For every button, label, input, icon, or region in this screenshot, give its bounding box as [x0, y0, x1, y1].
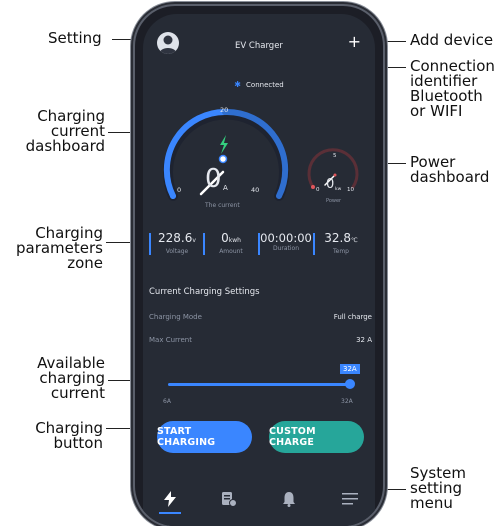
- custom-charge-button[interactable]: CUSTOM CHARGE: [269, 421, 364, 453]
- power-value: 0: [326, 177, 335, 192]
- current-tick-min: 0: [177, 186, 182, 194]
- nav-menu-icon[interactable]: [342, 493, 358, 505]
- annotation-available-charging-current: Available charging current: [37, 354, 105, 402]
- charging-mode-value[interactable]: Full charge: [334, 313, 372, 321]
- slider-min-label: 6A: [163, 398, 171, 405]
- phone-frame: EV Charger + ✱ Connected 20 0 40 0 A The…: [135, 6, 383, 526]
- param-voltage: 228.6v Voltage: [158, 231, 196, 255]
- charging-mode-label: Charging Mode: [149, 313, 202, 321]
- current-unit: A: [223, 184, 228, 192]
- phone-side-button: [385, 180, 388, 204]
- annotation-add-device: Add device: [410, 31, 494, 49]
- start-charging-button[interactable]: START CHARGING: [157, 421, 252, 453]
- power-gauge-knob: [311, 185, 315, 189]
- power-tick-min: 0: [316, 187, 320, 193]
- power-label: Power: [326, 198, 342, 204]
- slider-track: [168, 383, 350, 386]
- annotation-charging-current-dashboard: Charging current dashboard: [25, 107, 105, 155]
- current-value: 0: [205, 164, 222, 194]
- annotation-system-setting-menu: System setting menu: [410, 464, 466, 512]
- param-amount: 0kwh Amount: [219, 231, 243, 255]
- param-temp: 32.8℃ Temp: [324, 231, 358, 255]
- nav-notifications-bell-icon[interactable]: [282, 491, 296, 507]
- connection-status-text: Connected: [246, 81, 284, 89]
- app-title: EV Charger: [235, 41, 283, 51]
- add-device-plus-icon[interactable]: +: [348, 34, 361, 50]
- gauge-needle-dot: [218, 154, 228, 164]
- gauge-min-knob: [170, 193, 176, 199]
- annotation-setting: Setting: [48, 29, 102, 47]
- nav-charging-lightning-icon[interactable]: [163, 491, 177, 507]
- max-current-label: Max Current: [149, 336, 192, 344]
- settings-heading: Current Charging Settings: [149, 287, 260, 297]
- annotation-charging-parameters-zone: Charging parameters zone: [15, 224, 103, 272]
- param-divider: [313, 233, 315, 255]
- max-current-value: 32 A: [356, 336, 372, 344]
- annotation-charging-button: Charging button: [35, 419, 103, 452]
- annotation-power-dashboard: Power dashboard: [410, 153, 490, 186]
- param-divider: [149, 233, 151, 255]
- annotation-connection-identifier: Connection identifier Bluetooth or WIFI: [410, 57, 495, 120]
- slider-max-label: 32A: [341, 398, 353, 405]
- current-tick-mid: 20: [220, 106, 229, 114]
- slider-thumb[interactable]: [345, 379, 355, 389]
- connection-status: ✱ Connected: [143, 72, 375, 91]
- current-label: The current: [205, 202, 240, 209]
- power-tick-max: 10: [347, 187, 354, 193]
- lightning-icon: [220, 135, 228, 154]
- current-slider[interactable]: [168, 379, 355, 391]
- param-divider: [203, 233, 205, 255]
- phone-side-button: [385, 118, 388, 162]
- power-unit: kw: [335, 187, 342, 192]
- nav-records-icon[interactable]: [221, 491, 237, 507]
- power-tick-mid: 5: [333, 153, 337, 159]
- nav-active-indicator: [159, 512, 181, 514]
- param-duration: 00:00:00 Duration: [260, 231, 312, 252]
- app-screen: EV Charger + ✱ Connected 20 0 40 0 A The…: [143, 14, 375, 526]
- slider-value-badge: 32A: [340, 364, 360, 374]
- current-tick-max: 40: [251, 186, 260, 194]
- bluetooth-icon: ✱: [234, 80, 241, 89]
- bottom-nav: [143, 479, 375, 526]
